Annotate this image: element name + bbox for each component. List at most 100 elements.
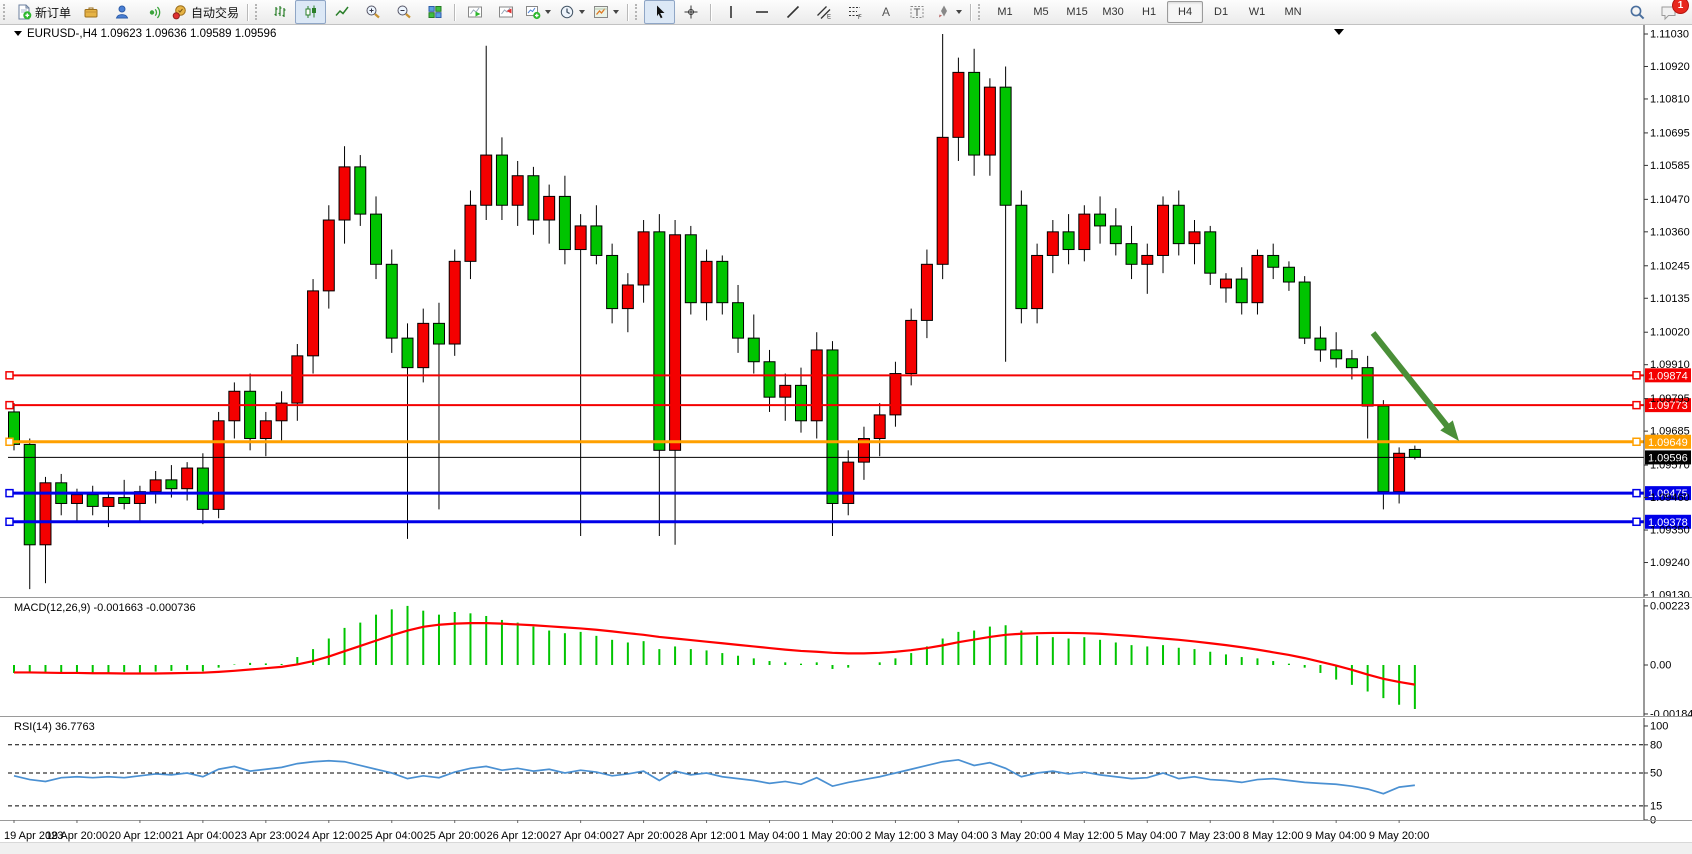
chart-canvas[interactable]: 1.098741.097731.096491.095961.094751.093… [0, 0, 1692, 854]
zoom-in-button[interactable] [357, 0, 388, 24]
candle [575, 226, 586, 250]
zoom-out-button[interactable] [388, 0, 419, 24]
candle [1346, 359, 1357, 368]
bar-chart-icon [272, 4, 288, 20]
bar-chart-button[interactable] [264, 0, 295, 24]
timeframe-button-H4[interactable]: H4 [1167, 1, 1203, 23]
candle [1173, 205, 1184, 243]
autotrading-button[interactable]: 自动交易 [168, 0, 243, 24]
horizontal-line-button[interactable] [746, 0, 777, 24]
candle [1283, 267, 1294, 282]
chart-title: EURUSD-,H4 1.09623 1.09636 1.09589 1.095… [14, 28, 276, 40]
timeframe-button-W1[interactable]: W1 [1239, 1, 1275, 23]
horizontal-line-icon [754, 4, 770, 20]
timeframe-button-M5[interactable]: M5 [1023, 1, 1059, 23]
rsi-tick-label: 50 [1650, 768, 1662, 780]
candlestick-chart-button[interactable] [295, 0, 326, 24]
candle [386, 264, 397, 338]
timeframe-toolbar: M1M5M15M30H1H4D1W1MN [987, 1, 1311, 23]
candle [103, 498, 114, 507]
status-bar [0, 842, 1692, 854]
hline-handle[interactable] [1633, 402, 1640, 409]
shapes-button[interactable] [932, 0, 966, 24]
timeframe-button-M15[interactable]: M15 [1059, 1, 1095, 23]
notifications-button[interactable]: 1 [1653, 0, 1684, 24]
timeframe-button-M30[interactable]: M30 [1095, 1, 1131, 23]
hline-handle[interactable] [6, 518, 13, 525]
chart-shift-button[interactable] [490, 0, 521, 24]
signals-button[interactable] [137, 0, 168, 24]
text-button[interactable]: A [870, 0, 901, 24]
cursor-button[interactable] [644, 0, 675, 24]
person-icon [114, 4, 130, 20]
price-badge-label: 1.09874 [1648, 370, 1688, 382]
candle [1220, 279, 1231, 288]
trendline-icon [785, 4, 801, 20]
line-chart-button[interactable] [326, 0, 357, 24]
hline-handle[interactable] [6, 438, 13, 445]
timeframe-button-M1[interactable]: M1 [987, 1, 1023, 23]
text-label-button[interactable]: T [901, 0, 932, 24]
candle [717, 261, 728, 302]
toolbar-grip [635, 4, 641, 20]
timeframe-button-MN[interactable]: MN [1275, 1, 1311, 23]
tile-windows-icon [427, 4, 443, 20]
candle [638, 232, 649, 285]
rsi-tick-label: 15 [1650, 800, 1662, 812]
candle [1110, 226, 1121, 244]
fibonacci-button[interactable]: F [839, 0, 870, 24]
price-tick-label: 1.09350 [1650, 525, 1690, 537]
time-tick-label: 9 May 04:00 [1306, 830, 1367, 842]
toolbar-separator [247, 4, 248, 21]
time-tick-label: 8 May 12:00 [1243, 830, 1304, 842]
toolbar-grip [255, 4, 261, 20]
search-icon [1629, 4, 1646, 21]
candle [87, 495, 98, 507]
hline-handle[interactable] [1633, 438, 1640, 445]
candle [1142, 255, 1153, 264]
candle [418, 323, 429, 367]
candle [166, 480, 177, 489]
trendline-button[interactable] [777, 0, 808, 24]
text-icon: A [878, 4, 894, 20]
candle [843, 462, 854, 503]
hline-handle[interactable] [6, 372, 13, 379]
new-order-button[interactable]: 新订单 [12, 0, 75, 24]
svg-text:A: A [882, 5, 890, 19]
time-tick-label: 25 Apr 20:00 [424, 830, 486, 842]
candle [71, 495, 82, 504]
chart-title-text: EURUSD-,H4 1.09623 1.09636 1.09589 1.095… [27, 28, 276, 40]
timeframe-button-H1[interactable]: H1 [1131, 1, 1167, 23]
tile-windows-button[interactable] [419, 0, 450, 24]
add-indicator-icon [525, 4, 541, 20]
toolbar-separator [454, 4, 455, 21]
hline-handle[interactable] [6, 490, 13, 497]
vertical-line-icon [723, 4, 739, 20]
candle [371, 214, 382, 264]
templates-button[interactable] [589, 0, 623, 24]
candle [748, 338, 759, 362]
candle [449, 261, 460, 344]
indicators-button[interactable] [521, 0, 555, 24]
community-button[interactable] [106, 0, 137, 24]
candle [245, 391, 256, 438]
chevron-down-icon [956, 10, 962, 14]
autoscroll-button[interactable] [459, 0, 490, 24]
time-tick-label: 19 Apr 20:00 [46, 830, 108, 842]
channel-sub-glyph: E [827, 15, 831, 21]
market-button[interactable] [75, 0, 106, 24]
vertical-line-button[interactable] [715, 0, 746, 24]
hline-handle[interactable] [6, 402, 13, 409]
periods-button[interactable] [555, 0, 589, 24]
crosshair-button[interactable] [675, 0, 706, 24]
candle [874, 415, 885, 439]
search-button[interactable] [1622, 0, 1653, 24]
hline-handle[interactable] [1633, 518, 1640, 525]
equidistant-channel-button[interactable]: E [808, 0, 839, 24]
notification-count-badge: 1 [1672, 0, 1689, 14]
timeframe-button-D1[interactable]: D1 [1203, 1, 1239, 23]
gold-briefcase-icon [83, 4, 99, 20]
autotrading-icon [172, 4, 188, 20]
hline-handle[interactable] [1633, 372, 1640, 379]
hline-handle[interactable] [1633, 490, 1640, 497]
